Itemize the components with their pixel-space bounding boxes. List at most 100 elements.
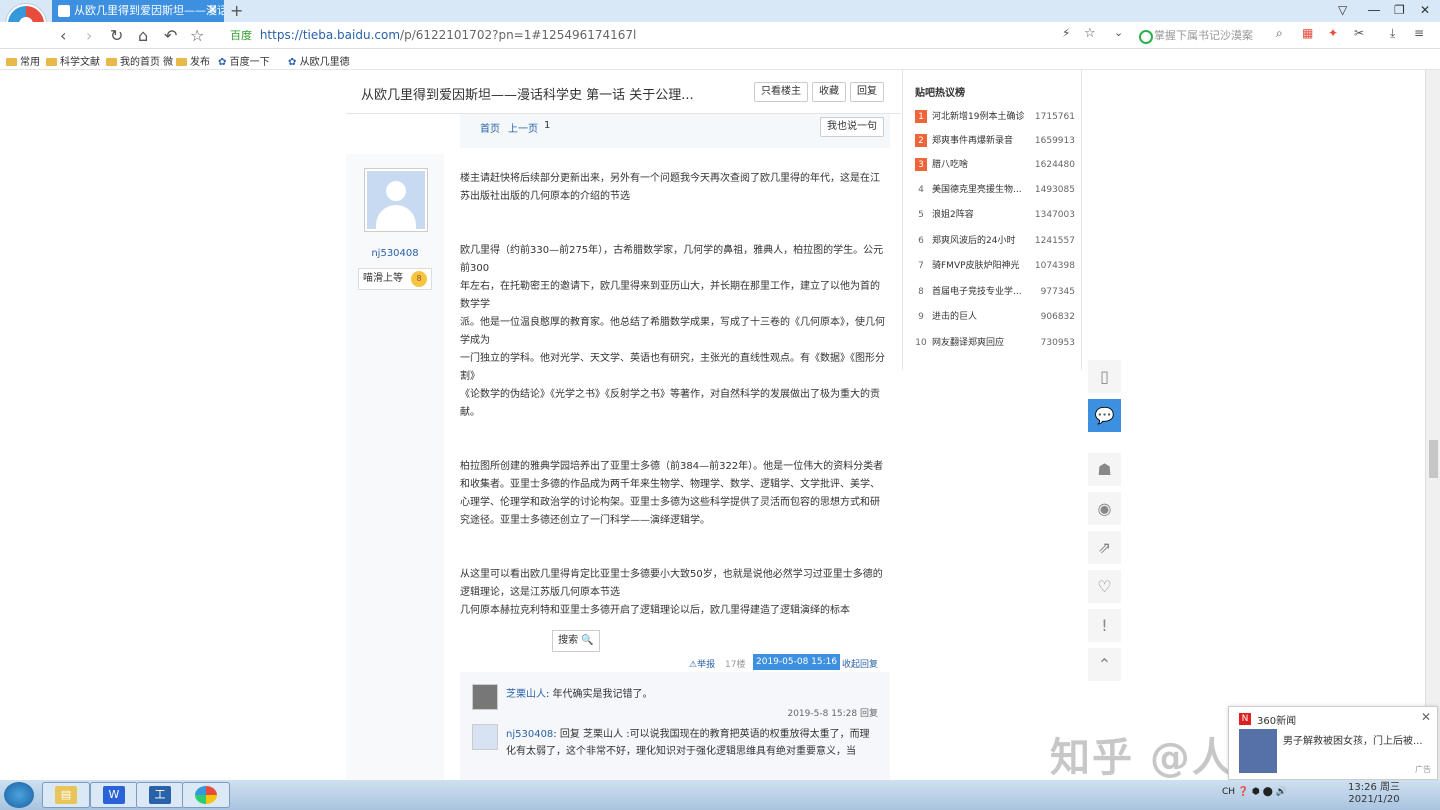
system-tray[interactable]: CH ❓ ⬢ ⬤ 🔊 (1222, 787, 1287, 797)
bookmark-item[interactable]: 我的首页 微 (106, 53, 173, 68)
post-paragraph: 楼主请赶快将后续部分更新出来，另外有一个问题我今天再次查阅了欧几里得的年代，这是… (460, 173, 880, 202)
ad-label: 广告 (1415, 765, 1431, 774)
only-op-button[interactable]: 只看楼主 (754, 82, 808, 102)
scroll-thumb[interactable] (1429, 440, 1438, 478)
clock[interactable]: 13:26 周三 2021/1/20 (1344, 782, 1404, 806)
pager-num[interactable]: 1 (544, 120, 550, 131)
secure-badge: 百度 (230, 29, 252, 42)
news-text[interactable]: 男子解救被困女孩，门上后被... (1283, 735, 1433, 749)
avatar[interactable] (472, 684, 498, 710)
game-icon[interactable]: ✦ (1328, 26, 1338, 40)
news-popup[interactable]: N 360新闻 ✕ 男子解救被困女孩，门上后被... 广告 (1228, 706, 1438, 780)
download-icon[interactable]: ⤓ (1390, 26, 1395, 41)
lightning-icon[interactable]: ⚡ (1062, 26, 1070, 40)
avatar[interactable] (472, 724, 498, 750)
scissors-icon[interactable]: ✂ (1354, 26, 1364, 40)
bookmark-item[interactable]: 科学文献 (46, 53, 100, 68)
hot-item[interactable]: 1 河北新增19例本土确诊 1715761 (915, 110, 1075, 124)
reply-username[interactable]: 芝栗山人 (506, 689, 546, 700)
news-title: 360新闻 (1257, 716, 1297, 727)
hot-item[interactable]: 3 腊八吃啥 1624480 (915, 158, 1075, 172)
heart-icon[interactable]: ♡ (1088, 570, 1121, 603)
home-icon[interactable]: ⌂ (138, 26, 148, 45)
hot-item[interactable]: 6 郑爽风波后的24小时 1241557 (915, 234, 1075, 248)
user-column: nj530408 喵滑上等 8 (346, 154, 444, 780)
tab-bar: 从欧几里得到爱因斯坦——漫话 ✕ + ▽ ― ❐ ✕ (0, 0, 1440, 22)
scrollbar[interactable] (1425, 70, 1440, 780)
hot-item[interactable]: 9 进击的巨人 906832 (915, 310, 1075, 324)
wps-icon: W (103, 786, 125, 804)
reply-button[interactable]: 回复 (850, 82, 884, 102)
close-window-icon[interactable]: ✕ (1420, 3, 1430, 17)
taskbar-app[interactable] (182, 782, 230, 808)
tab-close-icon[interactable]: ✕ (207, 0, 218, 22)
post-paragraph: 从这里可以看出欧几里得肯定比亚里士多德要小大致50岁，也就是说他必然学习过亚里士… (460, 569, 883, 598)
refresh-icon[interactable]: ↻ (110, 26, 123, 45)
bookmark-star-icon[interactable]: ☆ (1084, 26, 1096, 41)
browser-icon (195, 786, 217, 804)
reply-username[interactable]: nj530408 (506, 729, 553, 740)
list-item: nj530408: 回复 芝栗山人 :可以说我国现在的教育把英语的权重放得太重了… (506, 726, 876, 760)
feedback-icon[interactable]: ! (1088, 609, 1121, 642)
post-paragraph: 柏拉图所创建的雅典学园培养出了亚里士多德（前384—前322年）。他是一位伟大的… (460, 461, 884, 526)
bookmark-item[interactable]: 常用 (6, 53, 40, 68)
hot-item[interactable]: 4 美国德克里亮援生物... 1493085 (915, 183, 1075, 197)
hot-item[interactable]: 7 骑FMVP皮肤炉阳神光 1074398 (915, 259, 1075, 273)
taskbar-app[interactable]: 工 (136, 782, 184, 808)
post-title: 从欧几里得到爱因斯坦——漫话科学史 第一话 关于公理... (361, 88, 694, 103)
robot-icon[interactable]: ☗ (1088, 453, 1121, 486)
paw-icon: ✿ (288, 57, 297, 68)
minimize-icon[interactable]: ― (1368, 3, 1380, 17)
report-link[interactable]: ⚠举报 (689, 657, 715, 670)
search-popup-button[interactable]: 搜索 🔍 (552, 630, 600, 652)
back-icon[interactable]: ‹ (60, 26, 66, 45)
shirt-icon[interactable]: ▽ (1338, 3, 1347, 17)
bookmark-item[interactable]: ✿ 百度一下 (218, 53, 270, 68)
menu-icon[interactable]: ≡ (1414, 26, 1424, 40)
default-avatar-icon (367, 171, 425, 229)
folder-icon (106, 58, 117, 66)
hot-item[interactable]: 8 首届电子竞技专业学... 977345 (915, 285, 1075, 299)
comment-icon[interactable]: 💬 (1088, 399, 1121, 432)
say-button[interactable]: 我也说一句 (820, 117, 884, 137)
collect-button[interactable]: 收藏 (812, 82, 846, 102)
pager-first[interactable]: 首页 (480, 120, 500, 135)
hot-item[interactable]: 10 网友翻译郑爽回应 730953 (915, 336, 1075, 350)
post-title-bar: 从欧几里得到爱因斯坦——漫话科学史 第一话 关于公理... 只看楼主 收藏 回复 (346, 70, 901, 114)
pager-prev[interactable]: 上一页 (508, 120, 538, 135)
username[interactable]: nj530408 (346, 248, 444, 259)
new-tab-button[interactable]: + (230, 1, 243, 20)
post-content: 楼主请赶快将后续部分更新出来，另外有一个问题我今天再次查阅了欧几里得的年代，这是… (460, 170, 885, 620)
user-level-label: 喵滑上等 (363, 273, 403, 284)
collapse-replies-link[interactable]: 收起回复 (842, 657, 878, 670)
taskbar-app[interactable]: ▤ (42, 782, 90, 808)
news-thumbnail[interactable] (1239, 729, 1277, 773)
dropdown-icon[interactable]: ⌄ (1114, 26, 1123, 39)
back-to-top-icon[interactable]: ⌃ (1088, 648, 1121, 681)
star-icon[interactable]: ☆ (190, 26, 204, 45)
reply-time[interactable]: 2019-5-8 15:28 回复 (787, 706, 878, 719)
close-icon[interactable]: ✕ (1421, 710, 1431, 724)
share-icon[interactable]: ⇗ (1088, 531, 1121, 564)
taskbar-app[interactable]: W (90, 782, 138, 808)
undo-icon[interactable]: ↶ (164, 26, 177, 45)
start-button[interactable] (4, 782, 34, 808)
floor-number: 17楼 (725, 660, 746, 670)
avatar[interactable] (364, 168, 428, 232)
search-input[interactable]: 掌握下属书记沙漠案 (1136, 25, 1292, 46)
hot-item[interactable]: 2 郑爽事件再爆新录音 1659913 (915, 134, 1075, 148)
user-level-badge[interactable]: 喵滑上等 8 (358, 268, 432, 290)
search-icon[interactable]: ⌕ (1276, 26, 1283, 41)
address-bar[interactable]: 百度 https://tieba.baidu.com/p/6122101702?… (226, 25, 1106, 46)
bookmark-item[interactable]: 发布 (176, 53, 210, 68)
hot-item[interactable]: 5 浪姐2阵容 1347003 (915, 208, 1075, 222)
maximize-icon[interactable]: ❐ (1394, 3, 1405, 17)
clock-time: 13:26 周三 (1348, 782, 1400, 793)
phone-icon[interactable]: ▯ (1088, 360, 1121, 393)
forward-icon[interactable]: › (86, 26, 92, 45)
tab-active[interactable]: 从欧几里得到爱因斯坦——漫话 ✕ (52, 0, 224, 22)
bookmark-item[interactable]: ✿ 从欧几里德 (288, 53, 350, 68)
game-pad-icon[interactable]: ◉ (1088, 492, 1121, 525)
page: 从欧几里得到爱因斯坦——漫话科学史 第一话 关于公理... 只看楼主 收藏 回复… (0, 70, 1440, 780)
apps-icon[interactable]: ▦ (1302, 26, 1313, 40)
